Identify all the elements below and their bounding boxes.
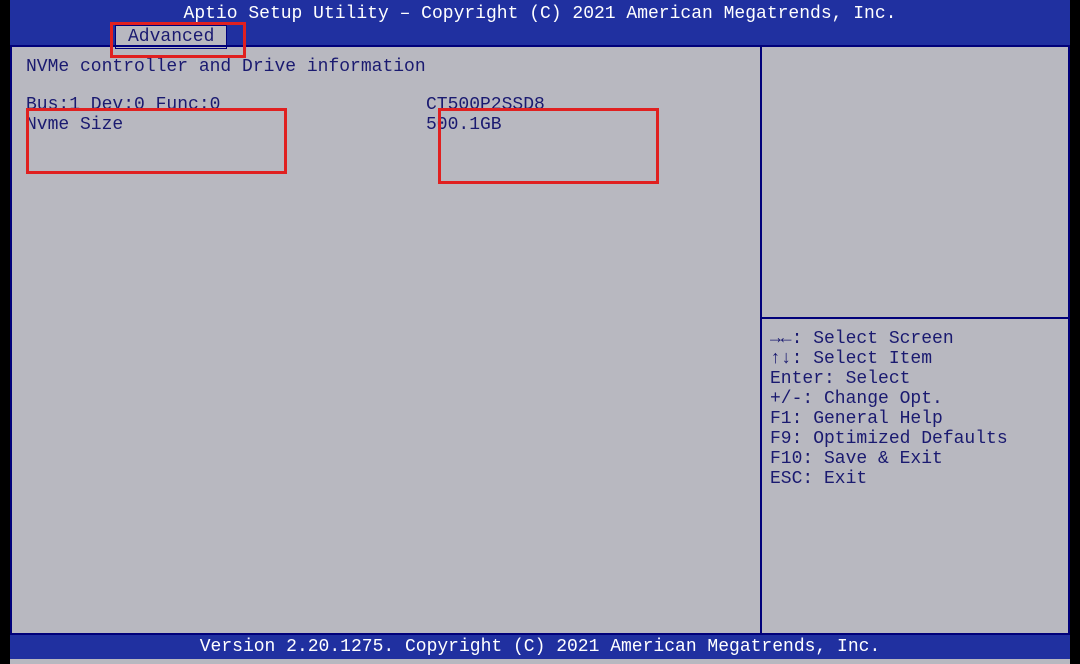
help-change-opt: +/-: Change Opt.	[770, 389, 1060, 409]
help-enter: Enter: Select	[770, 369, 1060, 389]
help-general: F1: General Help	[770, 409, 1060, 429]
device-size: 500.1GB	[426, 115, 502, 135]
help-select-item: ↑↓: Select Item	[770, 349, 1060, 369]
bus-label: Bus:1 Dev:0 Func:0	[26, 95, 426, 115]
help-save-exit: F10: Save & Exit	[770, 449, 1060, 469]
header-bar: Aptio Setup Utility – Copyright (C) 2021…	[10, 0, 1070, 45]
footer-bar: Version 2.20.1275. Copyright (C) 2021 Am…	[10, 635, 1070, 659]
help-defaults: F9: Optimized Defaults	[770, 429, 1060, 449]
info-row: Bus:1 Dev:0 Func:0 CT500P2SSD8	[26, 95, 746, 115]
help-select-screen: →←: Select Screen	[770, 329, 1060, 349]
help-esc: ESC: Exit	[770, 469, 1060, 489]
size-label: Nvme Size	[26, 115, 426, 135]
header-title: Aptio Setup Utility – Copyright (C) 2021…	[10, 3, 1070, 25]
device-model: CT500P2SSD8	[426, 95, 545, 115]
bios-screen: Aptio Setup Utility – Copyright (C) 2021…	[10, 0, 1070, 664]
help-keys: →←: Select Screen ↑↓: Select Item Enter:…	[762, 317, 1068, 489]
side-panel: →←: Select Screen ↑↓: Select Item Enter:…	[760, 45, 1070, 635]
main-panel: NVMe controller and Drive information Bu…	[10, 45, 760, 635]
info-row: Nvme Size 500.1GB	[26, 115, 746, 135]
section-title: NVMe controller and Drive information	[26, 57, 746, 77]
